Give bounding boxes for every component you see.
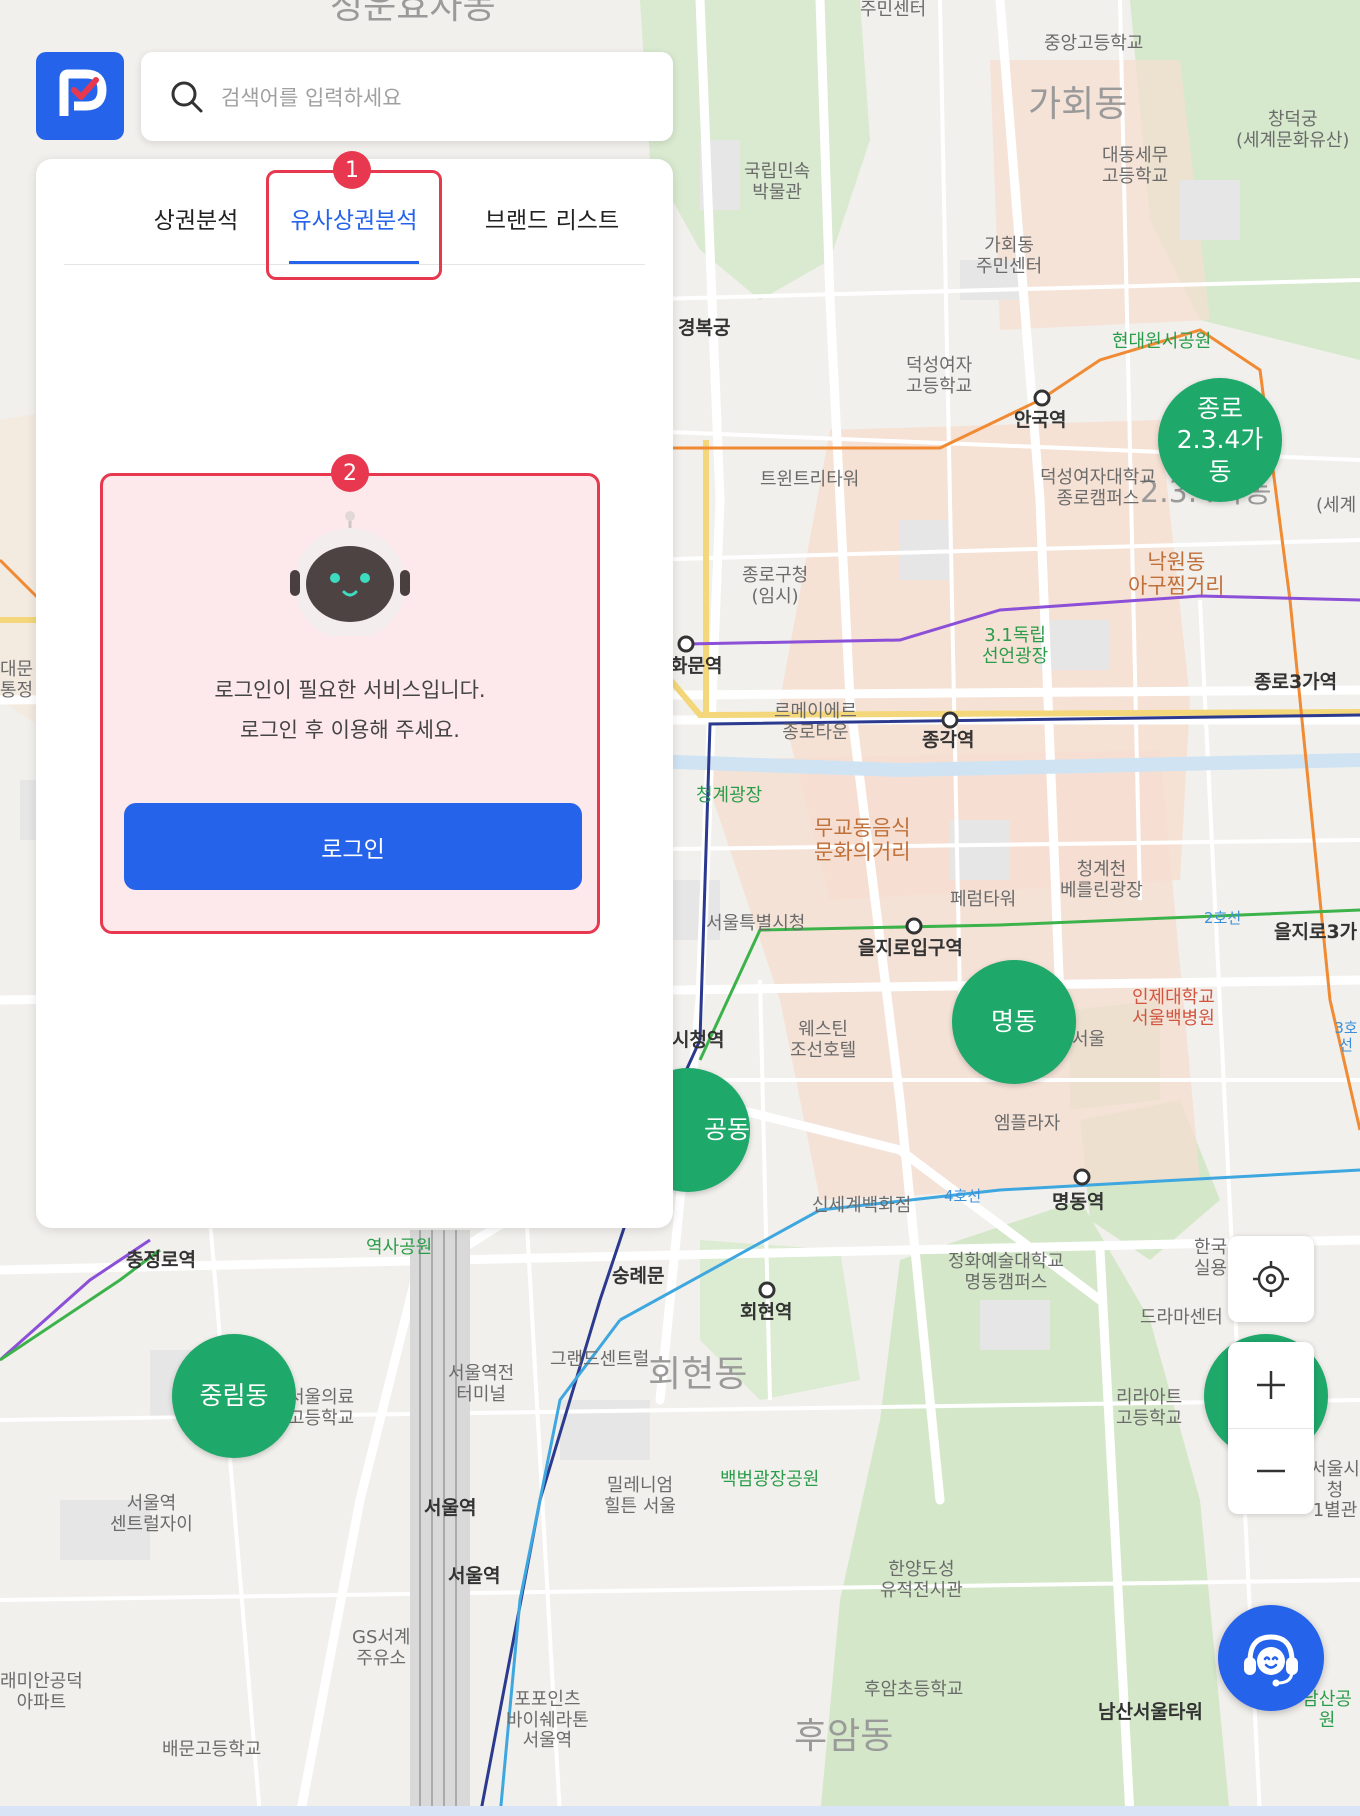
map-label-anguk-station: 안국역: [1014, 409, 1067, 431]
map-label-shinsegae: 신세계백화점: [812, 1195, 912, 1216]
map-label-gyeongbokgung: 경복궁: [678, 317, 731, 339]
current-location-button[interactable]: [1228, 1236, 1314, 1322]
map-label-changdeokgung: 창덕궁 (세계문화유산): [1236, 109, 1350, 151]
map-label-mugyo: 무교동음식 문화의거리: [814, 816, 911, 865]
map-label-drama-center: 드라마센터: [1140, 1307, 1223, 1328]
map-label-duksung-school: 덕성여자 고등학교: [906, 355, 973, 397]
login-button[interactable]: 로그인: [124, 803, 582, 890]
map-label-line2: 2호선: [1204, 909, 1242, 927]
map-label-hoehyeondong: 회현동: [648, 1354, 748, 1395]
map-label-chungjeongno: 충정로역: [126, 1249, 196, 1271]
map-label-history-park: 역사공원: [366, 1237, 433, 1258]
map-label-euljiro3-station: 을지로3가: [1274, 921, 1358, 943]
map-label-central-xi: 서울역 센트럴자이: [110, 1493, 193, 1535]
tab-label: 브랜드 리스트: [484, 208, 620, 234]
search-icon[interactable]: [169, 79, 205, 115]
map-label-line3: 3호선: [1334, 1019, 1358, 1055]
map-label-cityhall-station: 시청역: [672, 1029, 725, 1051]
headset-support-icon: [1244, 1634, 1298, 1687]
map-label-jeonghwa: 정화예술대학교 명동캠퍼스: [948, 1251, 1064, 1293]
login-message-line2: 로그인 후 이용해 주세요.: [240, 718, 460, 742]
map-label-daedong-school: 대동세무 고등학교: [1102, 145, 1169, 187]
map-label-hanguk: 한국 실용: [1194, 1237, 1228, 1279]
map-label-grand-center: 그랜드센트럴: [550, 1349, 650, 1370]
map-label-euljiro1-station: 을지로입구역: [858, 937, 963, 959]
map-label-samil-plaza: 3.1독립 선언광장: [982, 625, 1049, 667]
map-label-medical-school: 서울의료 고등학교: [288, 1387, 355, 1429]
map-label-hanyang: 한양도성 유적전시관: [880, 1559, 963, 1601]
map-label-hoehyeon-station: 회현역: [740, 1301, 793, 1323]
zoom-in-button[interactable]: [1228, 1342, 1314, 1429]
map-label-seoul-station: 서울역: [424, 1497, 477, 1519]
map-label-gahoedong: 가회동: [1028, 84, 1128, 125]
highlight-badge-2: 2: [331, 454, 369, 492]
map-label-twin-tree: 트윈트리타워: [760, 469, 860, 490]
map-label-seoul-terminal: 서울역전 터미널: [448, 1363, 515, 1405]
map-label-seoul-station-2: 서울역: [448, 1565, 501, 1587]
area-circle-myeongdong[interactable]: 명동: [952, 960, 1076, 1084]
map-label-sungnyemun: 숭례문: [612, 1265, 665, 1287]
map-label-center-top: 주민센터: [860, 0, 927, 20]
map-label-gs-gas: GS서계 주유소: [352, 1627, 411, 1669]
zoom-out-button[interactable]: [1228, 1428, 1314, 1514]
map-label-baekbeom: 백범광장공원: [720, 1469, 820, 1490]
map-label-cheonggye-plaza: 청계광장: [696, 785, 763, 806]
bottom-strip: [0, 1806, 1360, 1816]
map-label-seoul-annex: 서울시청 1별관: [1310, 1459, 1360, 1522]
map-label-cheongun: 청운효자동: [330, 0, 496, 27]
area-circle-jongno234[interactable]: 종로 2.3.4가 동: [1158, 378, 1282, 502]
tab-label: 상권분석: [153, 208, 239, 234]
map-label-saegye: (세계: [1316, 495, 1357, 516]
customer-support-button[interactable]: [1218, 1605, 1324, 1711]
minus-icon: [1257, 1469, 1285, 1473]
map-label-four-points: 포포인츠 바이쉐라톤 서울역: [506, 1689, 589, 1752]
map-label-raemian: 래미안공덕 아파트: [0, 1671, 83, 1713]
map-label-daemun: 대문 통정: [0, 659, 34, 701]
map-label-myeongdong-label: 서울: [1072, 1029, 1106, 1050]
map-label-westin: 웨스틴 조선호텔: [790, 1019, 857, 1061]
map-label-jongno3-station: 종로3가역: [1254, 671, 1338, 693]
map-label-namsan-tower: 남산서울타워: [1098, 1701, 1203, 1723]
plus-icon: [1257, 1371, 1285, 1399]
map-label-lilac-school: 리라아트 고등학교: [1116, 1387, 1183, 1429]
map-label-gahoe-center: 가회동 주민센터: [976, 235, 1043, 277]
map-label-jonggak-station: 종각역: [922, 729, 975, 751]
map-label-line4: 4호선: [944, 1187, 982, 1205]
map-label-cheonggyecheon: 청계천 베를린광장: [1060, 859, 1143, 901]
tab-brand-list[interactable]: 브랜드 리스트: [432, 201, 672, 235]
map-label-inje-hospital: 인제대학교 서울백병원: [1132, 987, 1215, 1029]
map-label-huam-school: 후암초등학교: [864, 1679, 964, 1700]
map-label-millennium: 밀레니엄 힐튼 서울: [604, 1475, 676, 1517]
zoom-controls: [1228, 1342, 1314, 1514]
search-input[interactable]: 검색어를 입력하세요: [221, 82, 402, 112]
app-logo-button[interactable]: [36, 52, 124, 140]
map-label-jungang-school: 중앙고등학교: [1044, 33, 1144, 54]
crosshair-icon: [1253, 1261, 1289, 1297]
app-logo-icon: [59, 69, 107, 116]
map-label-gwanghwamun-station: 화문역: [670, 655, 723, 677]
area-circle-jungnim[interactable]: 중림동: [172, 1334, 296, 1458]
map-label-myeongdong-station: 명동역: [1052, 1191, 1105, 1213]
map-label-lemeilleur: 르메이에르 종로타운: [774, 701, 857, 743]
map-label-baemun-school: 배문고등학교: [162, 1739, 262, 1760]
robot-mascot-icon: [290, 511, 410, 636]
login-required-card: 2 로그인이 필요한 서비스입니다. 로그인 후 이용해 주세요. 로그인: [100, 454, 600, 934]
map-label-hyundai-park: 현대원서공원: [1112, 331, 1212, 352]
stream: [619, 753, 1360, 778]
map-label-nakwon: 낙원동 아구찜거리: [1128, 550, 1225, 599]
login-message-line1: 로그인이 필요한 서비스입니다.: [214, 678, 486, 702]
map-label-jongno-office: 종로구청 (임시): [742, 565, 809, 607]
map-label-folk-museum: 국립민속 박물관: [744, 161, 811, 203]
map-label-duksung-univ: 덕성여자대학교 종로캠퍼스: [1040, 467, 1156, 509]
highlight-badge-1: 1: [333, 151, 371, 189]
map-label-ferrum: 페럼타워: [950, 889, 1017, 910]
map-label-seoul-cityhall: 서울특별시청: [706, 913, 806, 934]
map-label-huamdong: 후암동: [794, 1716, 894, 1757]
map-label-lotte-plaza: 엠플라자: [994, 1113, 1061, 1134]
analysis-panel: 상권분석 유사상권분석 브랜드 리스트 1 2 로그인이 필요한 서비스입니다.…: [36, 151, 673, 1228]
search-bar[interactable]: 검색어를 입력하세요: [141, 52, 673, 141]
